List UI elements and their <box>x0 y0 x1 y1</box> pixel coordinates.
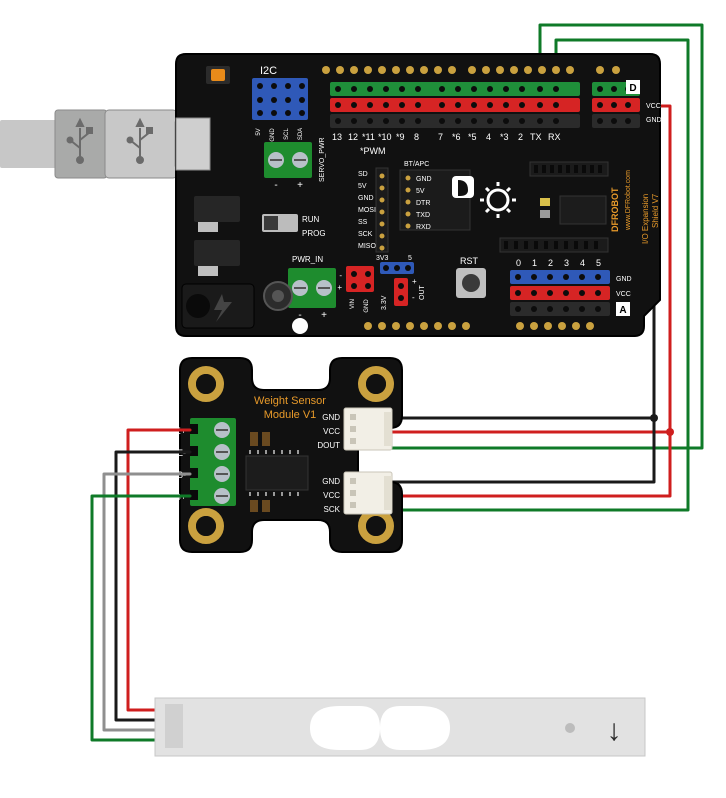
usb-socket <box>176 118 210 170</box>
arduino-shield: I2C 5V GND SCL SDA <box>176 54 662 336</box>
svg-text:MISO: MISO <box>358 243 376 250</box>
analog-section-label: A <box>619 305 626 316</box>
svg-text:GND: GND <box>416 176 432 183</box>
svg-text:3: 3 <box>564 258 569 268</box>
svg-text:TX: TX <box>530 132 542 142</box>
svg-text:GND: GND <box>322 413 340 422</box>
pwm-note: *PWM <box>360 146 386 156</box>
digital-vcc-label: VCC <box>646 103 661 110</box>
svg-text:*5: *5 <box>468 132 477 142</box>
svg-text:VCC: VCC <box>323 491 340 500</box>
weight-sensor-module: Weight Sensor Module V1 E+ E- S- S+ <box>164 358 402 552</box>
wire-red-vcc2 <box>392 432 670 496</box>
svg-text:*11: *11 <box>362 132 375 142</box>
svg-text:*9: *9 <box>396 132 405 142</box>
svg-text:GND: GND <box>358 195 374 202</box>
svg-text:DOUT: DOUT <box>317 441 340 450</box>
wire-black-gnd2 <box>392 418 654 482</box>
module-title-2: Module V1 <box>264 409 317 421</box>
svg-text:*10: *10 <box>378 132 392 142</box>
svg-text:SCL: SCL <box>284 128 290 140</box>
i2c-label: I2C <box>260 65 277 77</box>
svg-text:SD: SD <box>358 171 368 178</box>
svg-text:VCC: VCC <box>323 427 340 436</box>
svg-text:GND: GND <box>364 299 370 313</box>
btapc-label: BT/APC <box>404 161 429 168</box>
svg-text:SDA: SDA <box>298 128 304 140</box>
svg-text:5: 5 <box>408 255 412 262</box>
svg-text:RUN: RUN <box>302 215 320 224</box>
svg-text:DTR: DTR <box>416 200 430 207</box>
sensor-screw-terminals <box>190 418 236 506</box>
svg-text:OUT: OUT <box>419 285 426 301</box>
svg-text:GND: GND <box>270 128 276 142</box>
svg-text:+: + <box>321 310 327 321</box>
shield-name-2: Shield V7 <box>651 193 660 228</box>
svg-text:-: - <box>274 180 277 191</box>
dfrobot-logo-icon <box>452 176 474 198</box>
svg-text:13: 13 <box>332 132 342 142</box>
svg-text:+: + <box>412 277 417 286</box>
brand-logo-text: DFROBOT <box>610 187 620 232</box>
svg-text:4: 4 <box>486 132 491 142</box>
svg-text:+: + <box>297 180 303 191</box>
svg-text:*3: *3 <box>500 132 509 142</box>
svg-text:*6: *6 <box>452 132 461 142</box>
svg-text:7: 7 <box>438 132 443 142</box>
brand-url: www.DFRobot.com <box>625 170 632 231</box>
analog-vcc-label: VCC <box>616 291 631 298</box>
svg-text:RST: RST <box>460 256 479 266</box>
svg-text:5V: 5V <box>416 188 425 195</box>
load-cell: ↓ <box>155 698 645 756</box>
svg-text:VIN: VIN <box>350 299 356 309</box>
force-arrow-icon: ↓ <box>607 714 622 747</box>
svg-text:SCK: SCK <box>358 231 373 238</box>
barrel-jack <box>182 284 254 328</box>
svg-text:+: + <box>337 283 342 292</box>
svg-text:GND: GND <box>322 477 340 486</box>
connector-2 <box>344 472 392 514</box>
svg-text:12: 12 <box>348 132 358 142</box>
svg-text:3.3V: 3.3V <box>381 295 388 310</box>
svg-text:2: 2 <box>548 258 553 268</box>
svg-text:4: 4 <box>580 258 585 268</box>
svg-text:SS: SS <box>358 219 368 226</box>
svg-text:0: 0 <box>516 258 521 268</box>
svg-text:RXD: RXD <box>416 224 431 231</box>
svg-text:8: 8 <box>414 132 419 142</box>
svg-text:TXD: TXD <box>416 212 430 219</box>
svg-text:PROG: PROG <box>302 229 326 238</box>
svg-text:3V3: 3V3 <box>376 255 389 262</box>
svg-text:1: 1 <box>532 258 537 268</box>
connector-1 <box>344 408 392 450</box>
loadcell-wires <box>92 430 190 740</box>
svg-text:MOSI: MOSI <box>358 207 376 214</box>
svg-text:5: 5 <box>596 258 601 268</box>
analog-gnd-label: GND <box>616 276 632 283</box>
svg-text:RX: RX <box>548 132 561 142</box>
digital-section-label: D <box>629 83 636 94</box>
svg-text:-: - <box>339 271 342 280</box>
svg-text:5V: 5V <box>256 128 262 135</box>
svg-text:2: 2 <box>518 132 523 142</box>
svg-text:SCK: SCK <box>324 505 341 514</box>
svg-text:-: - <box>412 293 415 302</box>
shield-name-1: I/O Expansion <box>641 194 650 244</box>
digital-gnd-label: GND <box>646 117 662 124</box>
servo-pwr-label: SERVO_PWR <box>319 137 326 182</box>
digital-headers <box>330 82 580 128</box>
wiring-diagram: I2C 5V GND SCL SDA <box>0 0 726 798</box>
svg-text:5V: 5V <box>358 183 367 190</box>
pwr-in-label: PWR_IN <box>292 255 323 264</box>
module-title-1: Weight Sensor <box>254 395 326 407</box>
